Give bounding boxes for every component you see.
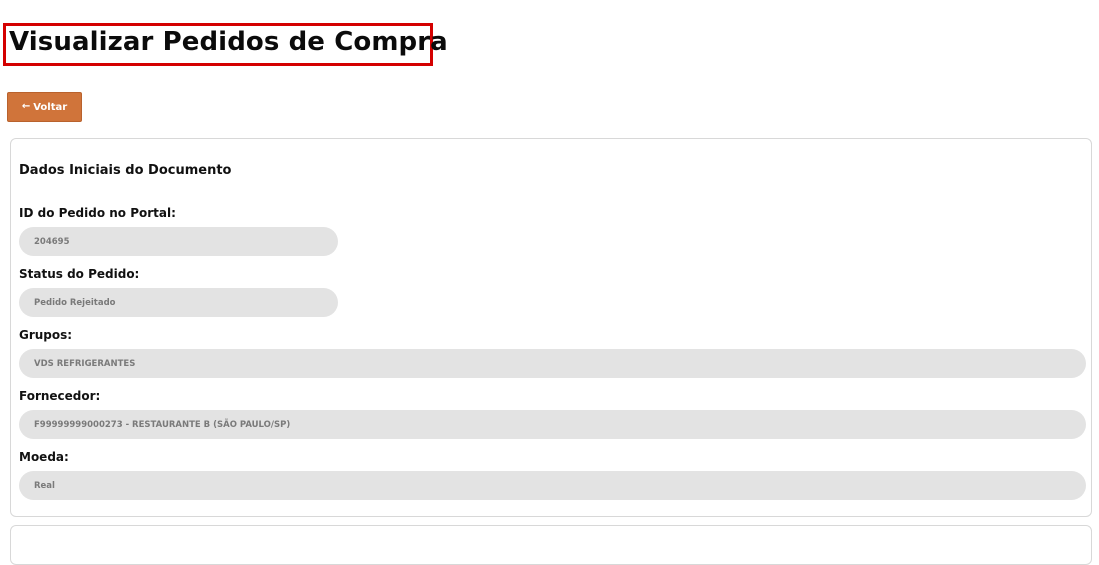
supplier-field: F99999999000273 - RESTAURANTE B (SÃO PAU…	[19, 410, 1086, 439]
back-button[interactable]: ← Voltar	[7, 92, 82, 122]
groups-label: Grupos:	[19, 328, 73, 342]
groups-field: VDS REFRIGERANTES	[19, 349, 1086, 378]
arrow-left-icon: ←	[21, 101, 31, 112]
section-title: Dados Iniciais do Documento	[19, 163, 232, 178]
currency-field: Real	[19, 471, 1086, 500]
order-id-label: ID do Pedido no Portal:	[19, 206, 176, 220]
currency-label: Moeda:	[19, 450, 69, 464]
order-status-label: Status do Pedido:	[19, 267, 140, 281]
back-button-label: Voltar	[33, 101, 68, 113]
order-status-field: Pedido Rejeitado	[19, 288, 338, 317]
supplier-label: Fornecedor:	[19, 389, 101, 403]
order-id-field: 204695	[19, 227, 338, 256]
document-data-card: Dados Iniciais do Documento ID do Pedido…	[10, 138, 1092, 517]
next-section-card	[10, 525, 1092, 565]
page-title: Visualizar Pedidos de Compra	[9, 27, 448, 57]
